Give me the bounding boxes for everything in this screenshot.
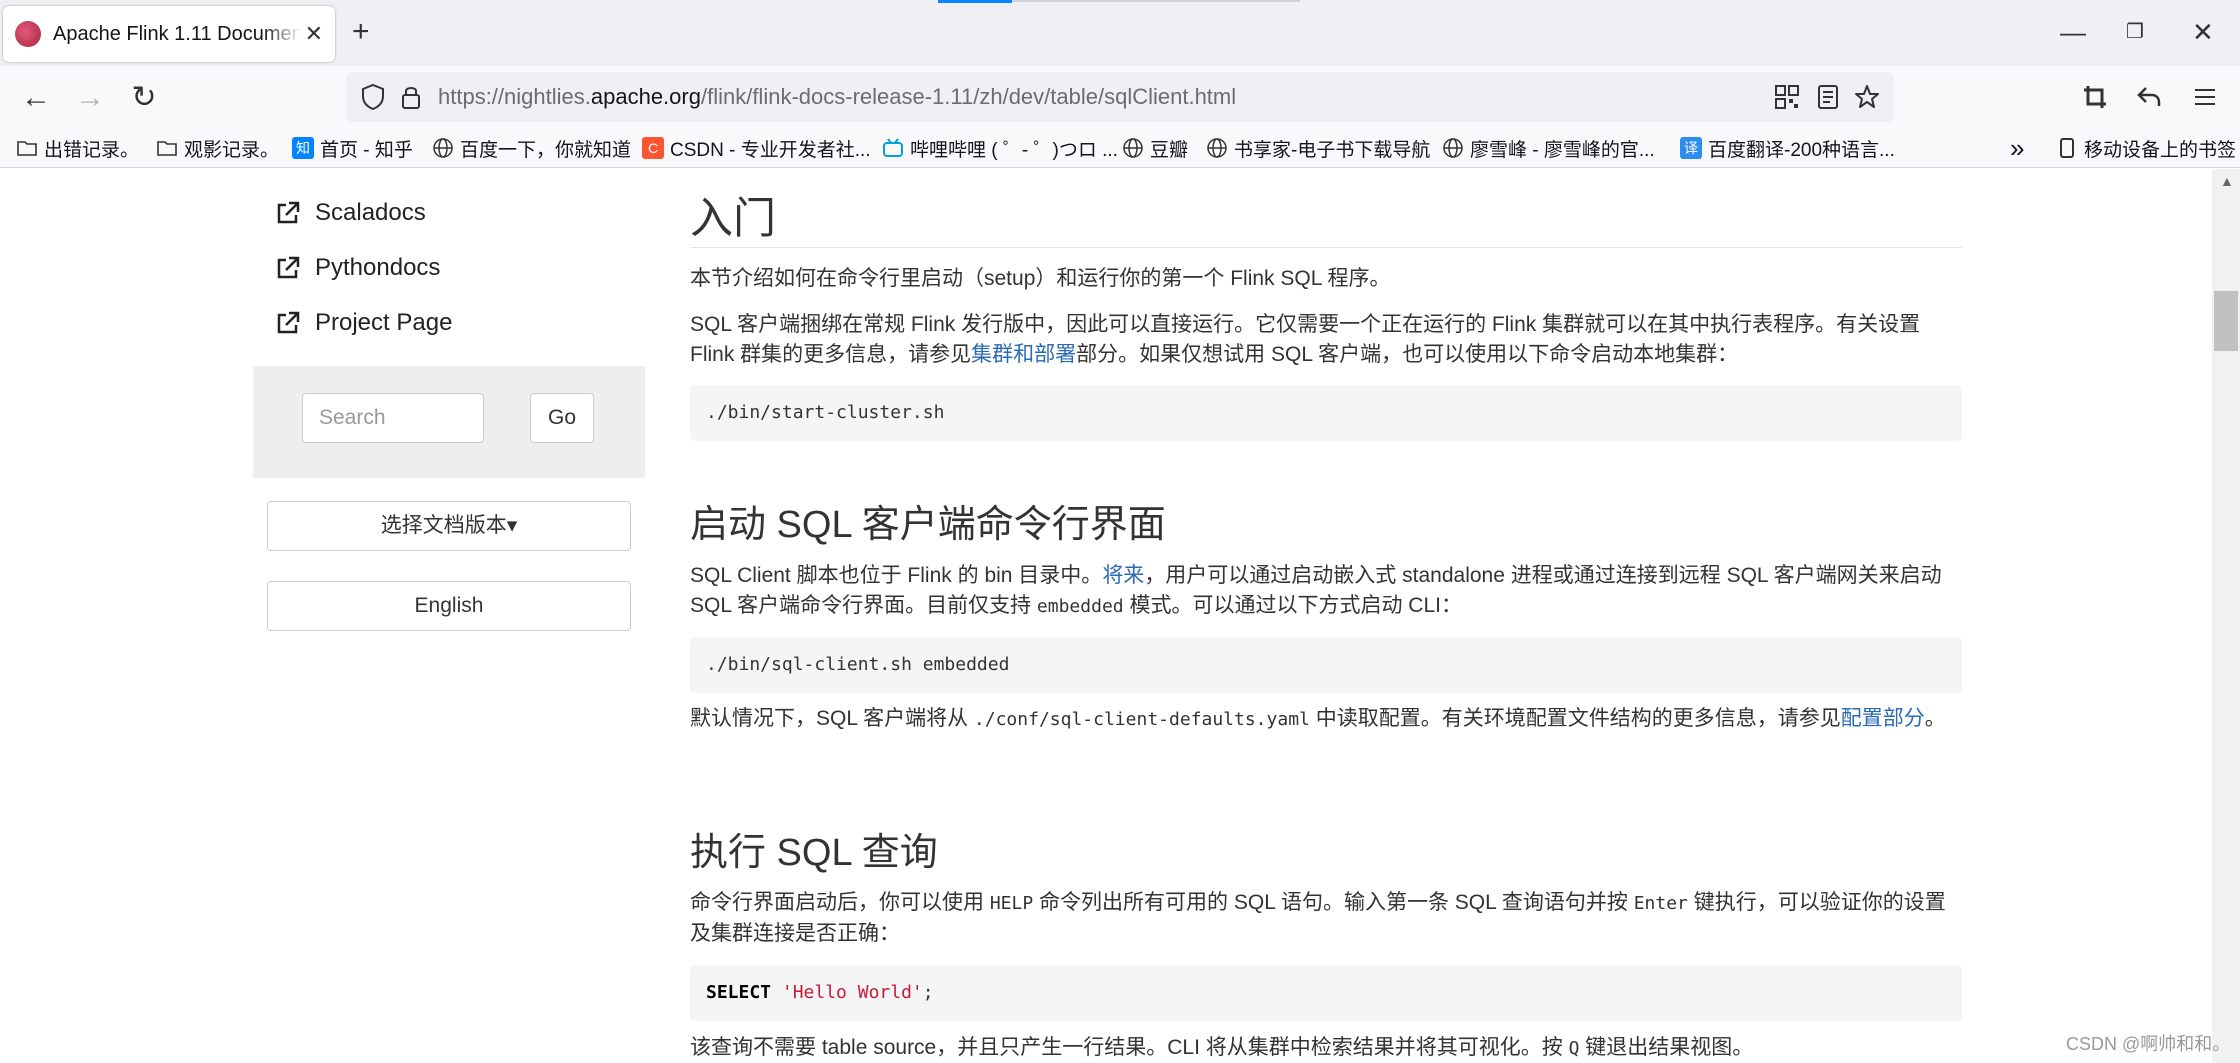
external-link-icon <box>277 311 300 333</box>
zhihu-icon: 知 <box>292 137 314 159</box>
csdn-watermark: CSDN @啊帅和和。 <box>2066 1034 2231 1054</box>
bookmark-item[interactable]: 书享家-电子书下载导航 <box>1206 134 1430 162</box>
intro-heading: 入门 <box>690 195 776 243</box>
reload-button[interactable]: ↻ <box>126 80 162 116</box>
intro-paragraph-2: SQL 客户端捆绑在常规 Flink 发行版中，因此可以直接运行。它仅需要一个正… <box>690 313 1921 366</box>
future-link[interactable]: 将来 <box>1102 564 1144 587</box>
folder-icon <box>157 141 177 156</box>
start-cli-heading: 启动 SQL 客户端命令行界面 <box>690 504 1166 546</box>
page-scrollbar[interactable]: ▲ <box>2212 169 2240 1063</box>
heading-divider <box>690 247 1962 248</box>
translate-icon: 译 <box>1680 137 1702 159</box>
bookmark-label: 移动设备上的书签 <box>2084 139 2237 161</box>
globe-icon <box>1207 138 1227 158</box>
bookmark-label: 豆瓣 <box>1150 139 1189 161</box>
external-link-icon <box>277 201 300 223</box>
version-select-button[interactable]: 选择文档版本▾ <box>267 501 631 551</box>
docs-sidebar: Scaladocs Pythondocs Project Page Go <box>253 169 645 1063</box>
lock-icon[interactable] <box>400 83 422 111</box>
browser-tab-active[interactable]: Apache Flink 1.11 Documentation ✕ <box>3 6 335 62</box>
bookmark-item[interactable]: 出错记录。 <box>16 134 139 162</box>
bookmark-item[interactable]: 廖雪峰 - 廖雪峰的官... <box>1442 134 1655 162</box>
bookmark-label: 出错记录。 <box>44 139 140 161</box>
bookmark-label: 哔哩哔哩 ( ゜- ゜)つロ ... <box>910 139 1118 161</box>
bookmark-label: 百度一下，你就知道 <box>460 139 632 161</box>
bookmark-label: 书享家-电子书下载导航 <box>1234 139 1431 161</box>
tracking-shield-icon[interactable] <box>360 83 386 111</box>
mobile-bookmarks-item[interactable]: 移动设备上的书签 <box>2056 134 2236 162</box>
back-button[interactable]: ← <box>18 80 54 116</box>
close-window-button[interactable]: ✕ <box>2192 14 2214 50</box>
search-go-button[interactable]: Go <box>530 393 594 443</box>
bookmark-item[interactable]: C CSDN - 专业开发者社... <box>642 134 871 162</box>
bookmarks-overflow-button[interactable]: » <box>2010 133 2024 163</box>
code-block-start-cluster: ./bin/start-cluster.sh <box>690 385 1962 441</box>
sidebar-link-pythondocs[interactable]: Pythondocs <box>253 240 645 295</box>
start-paragraph-2: 默认情况下，SQL 客户端将从 ./conf/sql-client-defaul… <box>690 707 1946 730</box>
bookmark-label: 廖雪峰 - 廖雪峰的官... <box>1470 139 1655 161</box>
bookmark-item[interactable]: 知 首页 - 知乎 <box>292 134 413 162</box>
csdn-icon: C <box>642 137 664 159</box>
bookmark-label: 百度翻译-200种语言... <box>1708 139 1895 161</box>
flink-favicon-icon <box>15 21 41 47</box>
execute-paragraph-2: 该查询不需要 table source，并且只产生一行结果。CLI 将从集群中检… <box>690 1036 1754 1059</box>
tab-loading-indicator <box>938 0 1012 3</box>
qr-code-icon[interactable] <box>1774 84 1800 110</box>
minimize-window-button[interactable]: — <box>2060 14 2086 50</box>
new-tab-button[interactable]: + <box>352 14 370 50</box>
tab-close-icon[interactable]: ✕ <box>305 21 323 47</box>
tab-title: Apache Flink 1.11 Documentation <box>53 22 301 45</box>
bookmark-item[interactable]: 哔哩哔哩 ( ゜- ゜)つロ ... <box>882 134 1118 162</box>
code-block-sql-client: ./bin/sql-client.sh embedded <box>690 637 1962 693</box>
bookmarks-toolbar: 出错记录。 观影记录。 知 首页 - 知乎 百度一下，你就知道 C CSDN -… <box>0 128 2240 168</box>
search-input[interactable] <box>302 393 484 443</box>
bookmark-label: 观影记录。 <box>184 139 280 161</box>
sidebar-link-label: Pythondocs <box>315 253 441 281</box>
url-bar[interactable]: https://nightlies.apache.org/flink/flink… <box>346 72 1894 122</box>
external-link-icon <box>277 256 300 278</box>
bookmark-item[interactable]: 译 百度翻译-200种语言... <box>1680 134 1895 162</box>
page-viewport: Scaladocs Pythondocs Project Page Go <box>0 169 2212 1063</box>
cluster-deploy-link[interactable]: 集群和部署 <box>971 343 1076 366</box>
execute-sql-heading: 执行 SQL 查询 <box>690 832 938 874</box>
url-text[interactable]: https://nightlies.apache.org/flink/flink… <box>438 84 1236 110</box>
sidebar-link-label: Project Page <box>315 308 453 336</box>
bilibili-icon <box>883 138 903 157</box>
bookmark-label: 首页 - 知乎 <box>320 139 413 161</box>
intro-paragraph-1: 本节介绍如何在命令行里启动（setup）和运行你的第一个 Flink SQL 程… <box>690 267 1391 290</box>
english-language-button[interactable]: English <box>267 581 631 631</box>
forward-button[interactable]: → <box>72 80 108 116</box>
undo-icon[interactable] <box>2136 84 2162 110</box>
bookmark-item[interactable]: 豆瓣 <box>1122 134 1188 162</box>
bookmark-star-icon[interactable] <box>1854 84 1880 110</box>
sidebar-link-scaladocs[interactable]: Scaladocs <box>253 185 645 240</box>
scroll-up-arrow-icon[interactable]: ▲ <box>2220 173 2234 189</box>
globe-icon <box>433 138 453 158</box>
restore-window-button[interactable]: ❐ <box>2126 14 2144 50</box>
start-paragraph-1: SQL Client 脚本也位于 Flink 的 bin 目录中。将来，用户可以… <box>690 564 1942 617</box>
mobile-device-icon <box>2060 138 2074 158</box>
execute-paragraph-1: 命令行界面启动后，你可以使用 HELP 命令列出所有可用的 SQL 语句。输入第… <box>690 891 1946 945</box>
scrollbar-thumb[interactable] <box>2214 291 2238 351</box>
sidebar-search-panel: Go <box>253 366 645 478</box>
browser-navbar: ← → ↻ https://nightlies.apache.org/flink… <box>0 66 2240 128</box>
bookmark-item[interactable]: 观影记录。 <box>156 134 279 162</box>
reader-view-icon[interactable] <box>1816 84 1840 110</box>
screenshot-crop-icon[interactable] <box>2082 84 2108 110</box>
sidebar-links: Scaladocs Pythondocs Project Page <box>253 169 645 350</box>
browser-titlebar: Apache Flink 1.11 Documentation ✕ + — ❐ … <box>0 0 2240 66</box>
code-block-select-hello: SELECT 'Hello World'; <box>690 965 1962 1021</box>
globe-icon <box>1443 138 1463 158</box>
hamburger-menu-icon[interactable] <box>2192 84 2218 110</box>
tab-strip-line <box>1012 0 1300 2</box>
globe-icon <box>1123 138 1143 158</box>
sidebar-link-label: Scaladocs <box>315 198 426 226</box>
configuration-link[interactable]: 配置部分 <box>1841 707 1925 730</box>
bookmark-label: CSDN - 专业开发者社... <box>670 139 871 161</box>
bookmark-item[interactable]: 百度一下，你就知道 <box>432 134 631 162</box>
sidebar-link-project-page[interactable]: Project Page <box>253 295 645 350</box>
folder-icon <box>17 141 37 156</box>
